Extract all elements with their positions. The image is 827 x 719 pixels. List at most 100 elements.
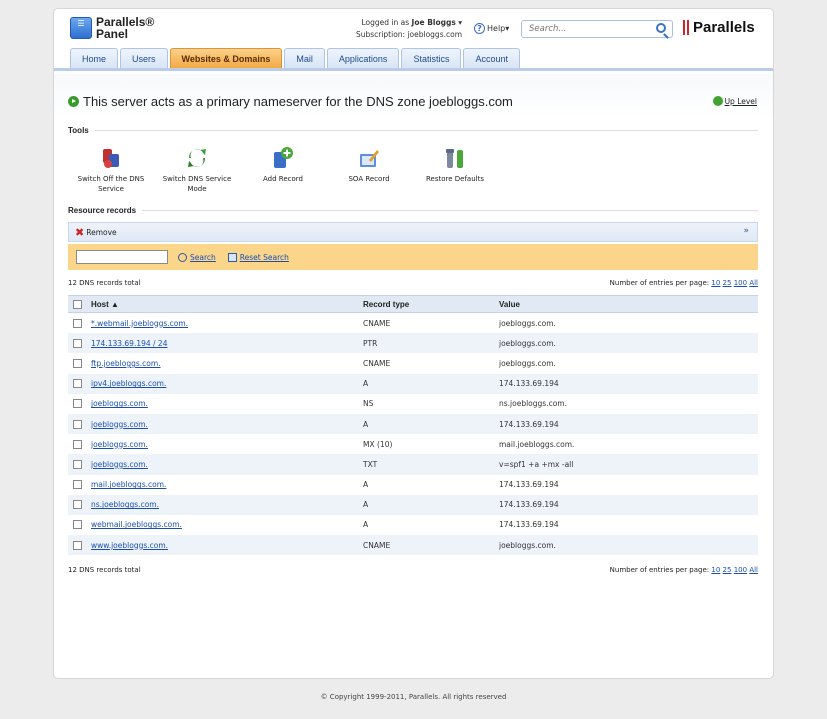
tab-home[interactable]: Home [70,48,119,68]
value-cell: v=spf1 +a +mx -all [499,459,574,469]
select-all-checkbox[interactable] [73,299,82,309]
restore-defaults-icon [443,146,467,170]
switch-off-dns-button[interactable]: Switch Off the DNS Service [68,146,154,194]
record-type-cell: A [363,500,369,510]
switch-dns-mode-button[interactable]: Switch DNS Service Mode [154,146,240,194]
column-record-type: Record type [363,299,410,309]
help-menu[interactable]: ? Help ▾ [474,23,509,34]
restore-defaults-button[interactable]: Restore Defaults [412,146,498,194]
record-type-cell: A [363,379,369,389]
row-checkbox[interactable] [73,500,82,510]
host-link[interactable]: mail.joebloggs.com. [91,480,166,489]
host-link[interactable]: webmail.joebloggs.com. [91,520,182,529]
records-total: 12 DNS records total [68,279,141,287]
row-checkbox[interactable] [73,419,82,429]
host-link[interactable]: joebloggs.com. [91,460,148,469]
subscription-label[interactable]: Subscription: joebloggs.com [354,29,462,41]
host-link[interactable]: ftp.joebloggs.com. [91,359,161,368]
up-level-link[interactable]: Up Level [712,96,757,106]
resource-records-label: Resource records [68,205,137,215]
reset-search-link[interactable]: Reset Search [240,253,289,262]
table-row: webmail.joebloggs.com. A 174.133.69.194 [68,515,758,535]
search-link[interactable]: Search [190,253,216,262]
table-header: Host ▲ Record type Value [68,295,758,313]
switch-off-dns-icon [99,146,123,170]
host-link[interactable]: www.joebloggs.com. [91,541,168,550]
reset-search-icon [227,252,237,262]
page-size-25[interactable]: 25 [723,566,732,574]
row-checkbox[interactable] [73,399,82,409]
row-checkbox[interactable] [73,358,82,368]
page-size-100[interactable]: 100 [734,566,747,574]
status-on-icon [68,96,79,107]
row-checkbox[interactable] [73,459,82,469]
row-checkbox[interactable] [73,480,82,490]
help-icon: ? [474,23,485,34]
search-icon[interactable] [656,23,666,33]
table-row: joebloggs.com. MX (10) mail.joebloggs.com. [68,434,758,454]
main-panel: ☰ Parallels® Panel Logged in as Joe Blog… [53,8,774,679]
table-row: joebloggs.com. A 174.133.69.194 [68,413,758,435]
filter-input[interactable] [76,250,168,264]
tab-statistics[interactable]: Statistics [401,48,462,68]
value-cell: joebloggs.com. [499,318,556,328]
global-search [521,20,673,38]
tab-mail[interactable]: Mail [284,48,325,68]
page-size-all[interactable]: All [749,566,758,574]
row-checkbox[interactable] [73,379,82,389]
record-type-cell: PTR [363,338,378,348]
row-checkbox[interactable] [73,338,82,348]
page-size-100[interactable]: 100 [734,279,747,287]
search-input[interactable] [522,21,650,37]
record-type-cell: TXT [363,459,378,469]
host-link[interactable]: joebloggs.com. [91,420,148,429]
tab-account[interactable]: Account [463,48,520,68]
row-checkbox[interactable] [73,540,82,550]
remove-button[interactable]: ✖ Remove [75,226,117,239]
dns-records-table: Host ▲ Record type Value *.webmail.joebl… [68,295,758,556]
record-type-cell: CNAME [363,540,391,550]
value-cell: mail.joebloggs.com. [499,439,575,449]
record-type-cell: CNAME [363,358,391,368]
page-size-all[interactable]: All [749,279,758,287]
host-link[interactable]: *.webmail.joebloggs.com. [91,319,188,328]
parallels-panel-logo[interactable]: ☰ Parallels® Panel [70,16,160,42]
tab-websites-domains[interactable]: Websites & Domains [169,48,283,68]
user-menu[interactable]: Joe Bloggs [412,18,456,27]
value-cell: joebloggs.com. [499,358,556,368]
tab-applications[interactable]: Applications [326,48,400,68]
record-type-cell: A [363,480,369,490]
host-link[interactable]: ns.joebloggs.com. [91,500,159,509]
host-link[interactable]: ipv4.joebloggs.com. [91,379,166,388]
page-size-10[interactable]: 10 [711,566,720,574]
value-cell: ns.joebloggs.com. [499,399,567,409]
column-value: Value [499,299,520,309]
table-row: ipv4.joebloggs.com. A 174.133.69.194 [68,373,758,394]
row-checkbox[interactable] [73,520,82,530]
table-row: ns.joebloggs.com. A 174.133.69.194 [68,494,758,515]
records-summary-top: 12 DNS records total Number of entries p… [68,279,758,287]
host-link[interactable]: joebloggs.com. [91,399,148,408]
add-record-button[interactable]: Add Record [240,146,326,194]
chevron-down-icon[interactable]: ▾ [458,18,462,27]
tab-users[interactable]: Users [120,48,168,68]
resource-records-section-header: Resource records [68,204,758,216]
action-bar: ✖ Remove » [68,222,758,242]
record-type-cell: NS [363,399,374,409]
parallels-bars-icon [683,20,689,35]
row-checkbox[interactable] [73,318,82,328]
page-size-selector: Number of entries per page: 10 25 100 Al… [609,566,758,574]
logo-text: Parallels® Panel [96,15,155,41]
collapse-icon[interactable]: » [743,226,749,236]
page-size-25[interactable]: 25 [723,279,732,287]
host-link[interactable]: 174.133.69.194 / 24 [91,339,167,348]
host-link[interactable]: joebloggs.com. [91,440,148,449]
page-size-10[interactable]: 10 [711,279,720,287]
row-checkbox[interactable] [73,439,82,449]
tools-group: Switch Off the DNS Service Switch DNS Se… [68,146,498,194]
column-host[interactable]: Host ▲ [91,300,363,309]
value-cell: joebloggs.com. [499,338,556,348]
soa-record-button[interactable]: SOA Record [326,146,412,194]
tools-section-header: Tools [68,124,758,136]
help-label: Help [487,24,506,33]
